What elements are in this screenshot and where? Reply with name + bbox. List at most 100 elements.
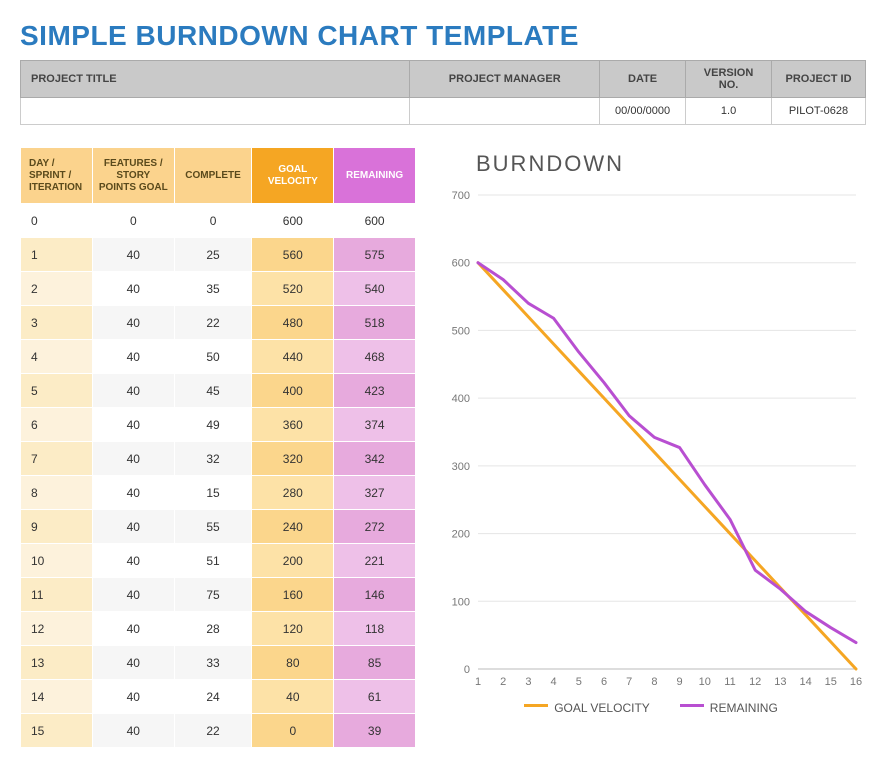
cell-remaining[interactable]: 575 [334,238,416,272]
cell-day[interactable]: 7 [21,442,93,476]
svg-text:6: 6 [601,676,607,688]
table-row: 14025560575 [21,238,416,272]
cell-day[interactable]: 14 [21,680,93,714]
table-row: 54045400423 [21,374,416,408]
cell-remaining[interactable]: 39 [334,714,416,748]
cell-goal[interactable]: 40 [92,612,174,646]
cell-remaining[interactable]: 85 [334,646,416,680]
table-row: 24035520540 [21,272,416,306]
cell-complete[interactable]: 28 [174,612,252,646]
svg-text:1: 1 [475,676,481,688]
cell-day[interactable]: 4 [21,340,93,374]
cell-complete[interactable]: 22 [174,306,252,340]
cell-goal[interactable]: 40 [92,442,174,476]
cell-complete[interactable]: 25 [174,238,252,272]
cell-velocity[interactable]: 200 [252,544,334,578]
cell-velocity[interactable]: 280 [252,476,334,510]
cell-complete[interactable]: 49 [174,408,252,442]
cell-remaining[interactable]: 146 [334,578,416,612]
cell-goal[interactable]: 40 [92,646,174,680]
cell-remaining[interactable]: 118 [334,612,416,646]
cell-goal[interactable]: 40 [92,544,174,578]
cell-remaining[interactable]: 468 [334,340,416,374]
cell-goal[interactable]: 40 [92,578,174,612]
cell-remaining[interactable]: 342 [334,442,416,476]
cell-remaining[interactable]: 518 [334,306,416,340]
meta-value-date[interactable]: 00/00/0000 [600,98,686,125]
cell-remaining[interactable]: 600 [334,204,416,238]
meta-value-project-manager[interactable] [410,98,600,125]
cell-goal[interactable]: 40 [92,238,174,272]
cell-velocity[interactable]: 440 [252,340,334,374]
cell-day[interactable]: 3 [21,306,93,340]
cell-goal[interactable]: 40 [92,306,174,340]
cell-day[interactable]: 0 [21,204,93,238]
table-row: 1340338085 [21,646,416,680]
cell-velocity[interactable]: 80 [252,646,334,680]
cell-goal[interactable]: 0 [92,204,174,238]
cell-velocity[interactable]: 400 [252,374,334,408]
cell-velocity[interactable]: 320 [252,442,334,476]
cell-velocity[interactable]: 520 [252,272,334,306]
svg-text:15: 15 [825,676,837,688]
cell-goal[interactable]: 40 [92,374,174,408]
cell-day[interactable]: 15 [21,714,93,748]
burndown-table: DAY / SPRINT / ITERATION FEATURES / STOR… [20,147,416,748]
meta-value-version[interactable]: 1.0 [686,98,772,125]
cell-remaining[interactable]: 540 [334,272,416,306]
cell-day[interactable]: 11 [21,578,93,612]
cell-complete[interactable]: 24 [174,680,252,714]
cell-complete[interactable]: 22 [174,714,252,748]
meta-value-project-title[interactable] [21,98,410,125]
cell-remaining[interactable]: 327 [334,476,416,510]
cell-velocity[interactable]: 240 [252,510,334,544]
cell-velocity[interactable]: 0 [252,714,334,748]
cell-goal[interactable]: 40 [92,340,174,374]
legend-remaining: REMAINING [680,701,778,715]
cell-remaining[interactable]: 61 [334,680,416,714]
cell-goal[interactable]: 40 [92,680,174,714]
svg-text:200: 200 [452,529,470,541]
cell-day[interactable]: 13 [21,646,93,680]
cell-velocity[interactable]: 560 [252,238,334,272]
table-row: 44050440468 [21,340,416,374]
cell-complete[interactable]: 75 [174,578,252,612]
svg-text:13: 13 [774,676,786,688]
cell-velocity[interactable]: 360 [252,408,334,442]
cell-day[interactable]: 5 [21,374,93,408]
cell-remaining[interactable]: 423 [334,374,416,408]
svg-text:12: 12 [749,676,761,688]
meta-value-project-id[interactable]: PILOT-0628 [772,98,866,125]
cell-day[interactable]: 12 [21,612,93,646]
svg-text:14: 14 [799,676,811,688]
cell-day[interactable]: 10 [21,544,93,578]
cell-velocity[interactable]: 40 [252,680,334,714]
cell-complete[interactable]: 50 [174,340,252,374]
cell-complete[interactable]: 35 [174,272,252,306]
cell-day[interactable]: 2 [21,272,93,306]
cell-goal[interactable]: 40 [92,510,174,544]
cell-goal[interactable]: 40 [92,714,174,748]
cell-goal[interactable]: 40 [92,408,174,442]
cell-complete[interactable]: 45 [174,374,252,408]
cell-complete[interactable]: 55 [174,510,252,544]
cell-complete[interactable]: 15 [174,476,252,510]
cell-remaining[interactable]: 374 [334,408,416,442]
cell-velocity[interactable]: 600 [252,204,334,238]
cell-velocity[interactable]: 160 [252,578,334,612]
cell-velocity[interactable]: 480 [252,306,334,340]
cell-day[interactable]: 1 [21,238,93,272]
cell-remaining[interactable]: 221 [334,544,416,578]
cell-complete[interactable]: 33 [174,646,252,680]
cell-goal[interactable]: 40 [92,272,174,306]
cell-day[interactable]: 9 [21,510,93,544]
cell-complete[interactable]: 51 [174,544,252,578]
cell-day[interactable]: 8 [21,476,93,510]
meta-header-project-manager: PROJECT MANAGER [410,61,600,98]
cell-complete[interactable]: 0 [174,204,252,238]
cell-day[interactable]: 6 [21,408,93,442]
cell-remaining[interactable]: 272 [334,510,416,544]
cell-complete[interactable]: 32 [174,442,252,476]
cell-goal[interactable]: 40 [92,476,174,510]
cell-velocity[interactable]: 120 [252,612,334,646]
